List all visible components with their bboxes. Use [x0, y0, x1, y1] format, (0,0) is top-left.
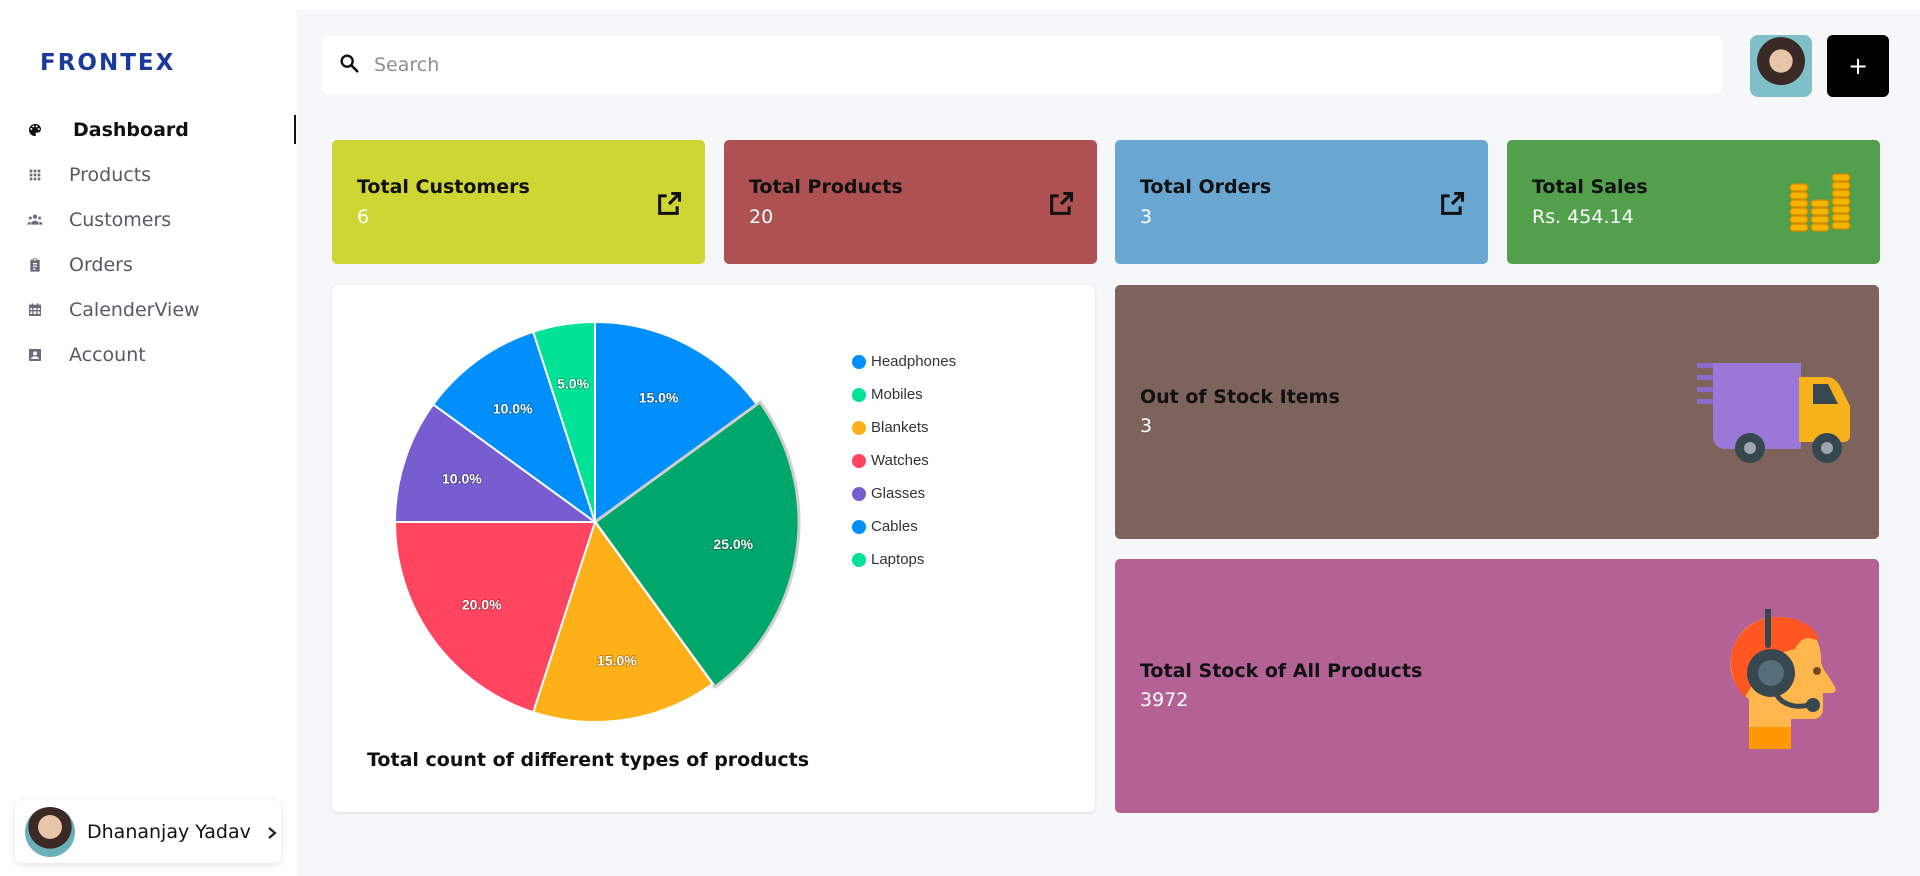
- sidebar-item-calenderview[interactable]: CalenderView: [0, 287, 296, 332]
- pie-data-label: 10.0%: [493, 401, 533, 417]
- external-link-icon[interactable]: [655, 190, 683, 218]
- panel-title: Out of Stock Items: [1140, 386, 1340, 408]
- panel-value: 3972: [1140, 689, 1189, 711]
- pie-chart: 15.0% 25.0% 15.0% 20.0% 10.0% 10.0% 5.0%: [393, 320, 801, 723]
- legend-marker: [852, 420, 866, 435]
- account-box-icon: [26, 346, 44, 364]
- grid-icon: [26, 166, 44, 184]
- sidebar-item-label: CalenderView: [69, 298, 200, 321]
- legend-item[interactable]: Headphones: [852, 345, 956, 378]
- stat-title: Total Products: [749, 176, 903, 198]
- legend-item[interactable]: Glasses: [852, 477, 956, 510]
- sidebar: FRONTEX Dashboard Products Customers Ord…: [0, 0, 296, 876]
- chevron-right-icon: [265, 825, 279, 839]
- search-icon: [338, 52, 360, 78]
- legend-item[interactable]: Blankets: [852, 411, 956, 444]
- sidebar-item-label: Dashboard: [73, 118, 189, 141]
- legend-item[interactable]: Mobiles: [852, 378, 956, 411]
- customer-support-icon: [1719, 606, 1839, 753]
- pie-chart-card: 15.0% 25.0% 15.0% 20.0% 10.0% 10.0% 5.0% Headp…: [332, 285, 1095, 812]
- stat-title: Total Orders: [1140, 176, 1272, 198]
- panel-total-stock[interactable]: Total Stock of All Products 3972: [1115, 559, 1879, 813]
- stat-card-total-sales[interactable]: Total Sales Rs. 454.14: [1507, 140, 1880, 264]
- external-link-icon[interactable]: [1047, 190, 1075, 218]
- avatar: [25, 806, 75, 857]
- pie-data-label: 5.0%: [557, 376, 589, 392]
- coins-icon: [1788, 172, 1852, 236]
- sidebar-item-label: Customers: [69, 208, 172, 231]
- sidebar-item-label: Products: [69, 163, 152, 186]
- panel-value: 3: [1140, 415, 1153, 437]
- panel-out-of-stock[interactable]: Out of Stock Items 3: [1115, 285, 1879, 539]
- legend-label: Cables: [871, 518, 918, 535]
- user-profile-card[interactable]: Dhananjay Yadav: [15, 800, 281, 863]
- palette-icon: [26, 121, 44, 139]
- legend-marker: [852, 552, 866, 567]
- sidebar-item-customers[interactable]: Customers: [0, 197, 296, 242]
- legend-label: Laptops: [871, 551, 925, 568]
- delivery-truck-icon: [1695, 359, 1855, 473]
- legend-marker: [852, 453, 866, 468]
- legend-label: Mobiles: [871, 386, 923, 403]
- pie-data-label: 15.0%: [639, 389, 679, 405]
- add-button[interactable]: +: [1827, 35, 1889, 97]
- pie-data-label: 20.0%: [462, 596, 502, 612]
- brand-logo[interactable]: FRONTEX: [40, 50, 175, 76]
- clipboard-icon: [26, 256, 44, 274]
- chart-legend: Headphones Mobiles Blankets Watches Glasses C…: [852, 345, 956, 576]
- external-link-icon[interactable]: [1438, 190, 1466, 218]
- stat-card-total-products[interactable]: Total Products 20: [724, 140, 1097, 264]
- search-bar: [322, 36, 1722, 94]
- stat-value: 20: [749, 206, 774, 228]
- stat-card-total-customers[interactable]: Total Customers 6: [332, 140, 705, 264]
- avatar[interactable]: [1750, 35, 1812, 97]
- chart-title: Total count of different types of produc…: [367, 749, 810, 771]
- legend-label: Blankets: [871, 419, 929, 436]
- sidebar-item-account[interactable]: Account: [0, 332, 296, 377]
- pie-data-label: 25.0%: [713, 536, 753, 552]
- legend-marker: [852, 354, 866, 369]
- legend-label: Glasses: [871, 485, 926, 502]
- user-name: Dhananjay Yadav: [87, 820, 251, 843]
- legend-item[interactable]: Watches: [852, 444, 956, 477]
- pie-data-label: 10.0%: [442, 471, 482, 487]
- legend-marker: [852, 519, 866, 534]
- legend-marker: [852, 387, 866, 402]
- legend-marker: [852, 486, 866, 501]
- legend-label: Headphones: [871, 353, 957, 370]
- sidebar-item-products[interactable]: Products: [0, 152, 296, 197]
- legend-item[interactable]: Cables: [852, 510, 956, 543]
- panel-title: Total Stock of All Products: [1140, 660, 1423, 682]
- main-content: + Total Customers 6 Total Products 20 To…: [297, 10, 1920, 876]
- legend-item[interactable]: Laptops: [852, 543, 956, 576]
- stat-value: 6: [357, 206, 370, 228]
- people-icon: [26, 211, 44, 229]
- sidebar-nav: Dashboard Products Customers Orders Cale…: [0, 107, 296, 377]
- sidebar-item-label: Account: [69, 343, 146, 366]
- sidebar-item-orders[interactable]: Orders: [0, 242, 296, 287]
- pie-data-label: 15.0%: [597, 652, 637, 668]
- stat-value: 3: [1140, 206, 1153, 228]
- sidebar-item-label: Orders: [69, 253, 133, 276]
- legend-label: Watches: [871, 452, 929, 469]
- search-input[interactable]: [374, 54, 1674, 76]
- stat-card-total-orders[interactable]: Total Orders 3: [1115, 140, 1488, 264]
- sidebar-item-dashboard[interactable]: Dashboard: [0, 107, 296, 152]
- stat-title: Total Customers: [357, 176, 530, 198]
- calendar-icon: [26, 301, 44, 319]
